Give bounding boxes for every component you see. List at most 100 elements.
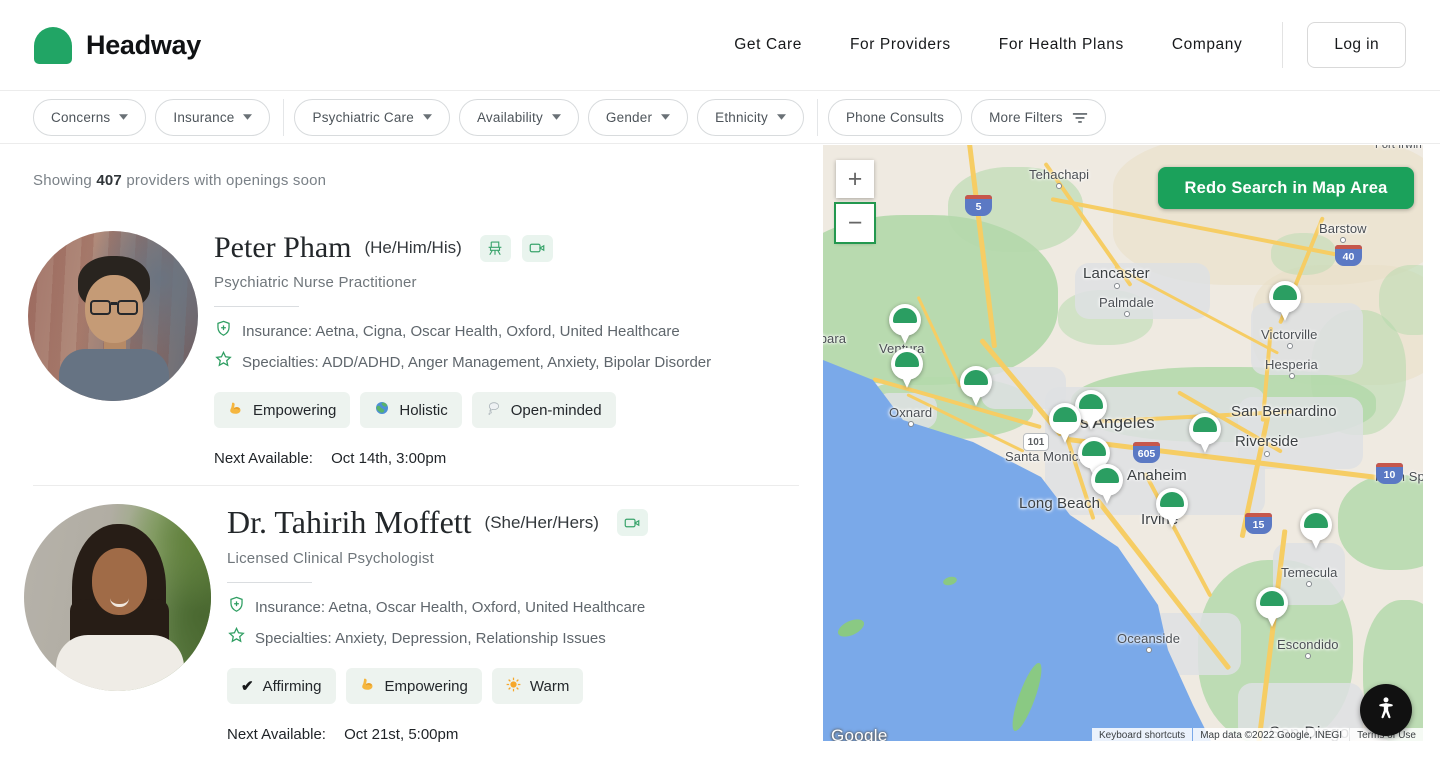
next-available-value: Oct 21st, 5:00pm: [344, 726, 458, 743]
muscle-icon: [228, 400, 244, 420]
filter-concerns[interactable]: Concerns: [33, 99, 146, 136]
provider-pronouns: (She/Her/Hers): [485, 513, 599, 533]
next-available-label: Next Available:: [227, 726, 326, 743]
next-available: Next Available: Oct 14th, 3:00pm: [214, 450, 711, 467]
top-nav-bar: Headway Get Care For Providers For Health …: [0, 0, 1440, 91]
headway-logo-icon: [34, 27, 72, 64]
trait-pill: Empowering: [214, 392, 350, 428]
main-nav: Get Care For Providers For Health Plans Com…: [734, 36, 1242, 54]
specialties-text: Specialties: ADD/ADHD, Anger Management,…: [242, 352, 711, 374]
map-provider-pin[interactable]: [891, 348, 923, 392]
globe-icon: [374, 400, 390, 420]
chevron-down-icon: [661, 114, 670, 120]
nav-get-care[interactable]: Get Care: [734, 36, 802, 54]
chevron-down-icon: [119, 114, 128, 120]
provider-photo[interactable]: [24, 504, 211, 691]
filter-group-divider: [817, 99, 818, 136]
summary-suffix: providers with openings soon: [126, 172, 326, 189]
nav-company[interactable]: Company: [1172, 36, 1243, 54]
next-available-label: Next Available:: [214, 450, 313, 467]
video-session-icon: [522, 235, 553, 262]
provider-details: Dr. Tahirih Moffett (She/Her/Hers) Licen…: [227, 504, 648, 743]
brand-name: Headway: [86, 30, 201, 61]
chevron-down-icon: [423, 114, 432, 120]
chevron-down-icon: [243, 114, 252, 120]
provider-photo-image: [28, 231, 198, 401]
provider-name[interactable]: Peter Pham: [214, 231, 351, 265]
divider: [227, 582, 312, 583]
next-available-value: Oct 14th, 3:00pm: [331, 450, 446, 467]
specialties-star-icon: [227, 626, 246, 652]
results-count: 407: [96, 172, 122, 189]
filter-bar: ConcernsInsurance Psychiatric Care Availab…: [0, 91, 1440, 144]
map-provider-pin[interactable]: [1091, 464, 1123, 508]
provider-pronouns: (He/Him/His): [364, 238, 461, 258]
nav-for-providers[interactable]: For Providers: [850, 36, 951, 54]
provider-card[interactable]: Dr. Tahirih Moffett (She/Her/Hers) Licen…: [28, 504, 823, 743]
filter-lines-icon: [1072, 111, 1088, 123]
provider-name[interactable]: Dr. Tahirih Moffett: [227, 504, 472, 541]
login-button[interactable]: Log in: [1307, 22, 1406, 68]
provider-details: Peter Pham (He/Him/His) Psychiatric Nurs…: [214, 231, 711, 467]
filter-group-divider: [283, 99, 284, 136]
chevron-down-icon: [552, 114, 561, 120]
map-provider-pin[interactable]: [1156, 488, 1188, 532]
trait-pill: Open-minded: [472, 392, 616, 428]
redo-search-button[interactable]: Redo Search in Map Area: [1158, 167, 1414, 209]
in-person-icon: [480, 235, 511, 262]
filter-more-filters[interactable]: More Filters: [971, 99, 1106, 136]
specialties-text: Specialties: Anxiety, Depression, Relati…: [255, 628, 606, 650]
insurance-text: Insurance: Aetna, Cigna, Oscar Health, O…: [242, 321, 680, 343]
map-provider-pin[interactable]: [1256, 587, 1288, 631]
main-content: Showing 407 providers with openings soon…: [0, 145, 1440, 777]
thought-bubble-icon: [486, 400, 502, 420]
nav-for-health-plans[interactable]: For Health Plans: [999, 36, 1124, 54]
trait-pill: Warm: [492, 668, 583, 704]
nav-divider: [1282, 22, 1283, 68]
zoom-out-button[interactable]: −: [836, 204, 874, 242]
zoom-in-button[interactable]: +: [836, 160, 874, 198]
map-provider-pin[interactable]: [1269, 281, 1301, 325]
attribution-map-data-2022-google-inegi: Map data ©2022 Google, INEGI: [1193, 728, 1349, 741]
map-canvas[interactable]: Fort IrwinTehachapiBarstowLancasterPalmd…: [823, 145, 1423, 741]
filter-ethnicity[interactable]: Ethnicity: [697, 99, 804, 136]
accessibility-button[interactable]: [1360, 684, 1412, 736]
map-zoom-control: + −: [836, 160, 876, 242]
map-provider-pin[interactable]: [960, 366, 992, 410]
insurance-shield-icon: [227, 595, 246, 621]
provider-title: Licensed Clinical Psychologist: [227, 550, 648, 567]
map-provider-pin[interactable]: [1049, 403, 1081, 447]
check-icon: ✔: [241, 678, 254, 695]
trait-pill: Empowering: [346, 668, 482, 704]
insurance-text: Insurance: Aetna, Oscar Health, Oxford, …: [255, 597, 645, 619]
card-separator: [33, 485, 799, 486]
sun-icon: [506, 677, 521, 696]
headway-logo[interactable]: Headway: [34, 27, 201, 64]
muscle-icon: [360, 676, 376, 696]
map-provider-pin[interactable]: [1189, 413, 1221, 457]
filter-gender[interactable]: Gender: [588, 99, 688, 136]
next-available: Next Available: Oct 21st, 5:00pm: [227, 726, 648, 743]
summary-prefix: Showing: [33, 172, 92, 189]
provider-photo[interactable]: [28, 231, 198, 401]
specialties-star-icon: [214, 350, 233, 376]
filter-availability[interactable]: Availability: [459, 99, 579, 136]
provider-results-list: Showing 407 providers with openings soon…: [0, 145, 823, 777]
attribution-keyboard-shortcuts[interactable]: Keyboard shortcuts: [1092, 728, 1192, 741]
provider-title: Psychiatric Nurse Practitioner: [214, 274, 711, 291]
video-session-icon: [617, 509, 648, 536]
map-provider-pin[interactable]: [1300, 509, 1332, 553]
chevron-down-icon: [777, 114, 786, 120]
trait-pill: ✔Affirming: [227, 668, 336, 704]
provider-photo-image: [24, 504, 211, 691]
filter-insurance[interactable]: Insurance: [155, 99, 270, 136]
map-provider-markers: [823, 145, 1423, 741]
google-logo: Google: [831, 726, 888, 741]
filter-psychiatric-care[interactable]: Psychiatric Care: [294, 99, 449, 136]
map-provider-pin[interactable]: [889, 304, 921, 348]
divider: [214, 306, 299, 307]
provider-card[interactable]: Peter Pham (He/Him/His) Psychiatric Nurs…: [28, 231, 823, 467]
insurance-shield-icon: [214, 319, 233, 345]
results-summary: Showing 407 providers with openings soon: [33, 172, 823, 189]
filter-phone-consults[interactable]: Phone Consults: [828, 99, 962, 136]
